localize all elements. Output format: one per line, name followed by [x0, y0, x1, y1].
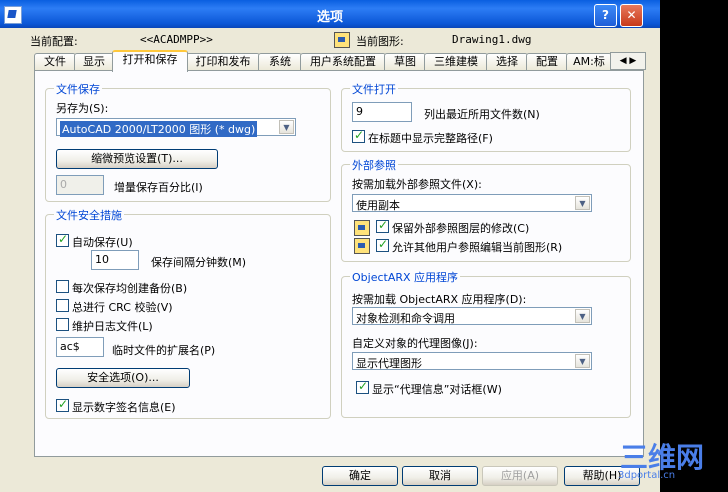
demand-arx-value: 对象检测和命令调用 [356, 312, 455, 325]
tab-profiles[interactable]: 配置 [526, 53, 568, 70]
recent-files-label: 列出最近所用文件数(N) [424, 108, 540, 121]
temp-ext-input[interactable]: ac$ [56, 337, 104, 357]
proxy-image-label: 自定义对象的代理图像(J): [352, 337, 478, 350]
digital-signature-checkbox[interactable] [56, 397, 69, 412]
xref-edit-icon [354, 238, 370, 254]
save-as-label: 另存为(S): [56, 102, 109, 115]
full-path-label: 在标题中显示完整路径(F) [368, 132, 493, 145]
title-bar[interactable]: 选项 ? ✕ [0, 0, 660, 28]
full-path-checkbox[interactable] [352, 128, 365, 143]
crc-label: 总进行 CRC 校验(V) [72, 301, 173, 314]
window-title: 选项 [316, 10, 343, 25]
incremental-save-label: 增量保存百分比(I) [114, 181, 203, 194]
backup-label: 每次保存均创建备份(B) [72, 282, 188, 295]
proxy-info-label: 显示“代理信息”对话框(W) [372, 383, 502, 396]
tab-3d-modeling[interactable]: 三维建模 [424, 53, 488, 70]
retain-xref-layers-checkbox[interactable] [376, 218, 389, 233]
current-config-value: <<ACADMPP>> [140, 33, 213, 46]
help-title-button[interactable]: ? [594, 4, 617, 27]
autosave-label: 自动保存(U) [72, 236, 133, 249]
security-options-button[interactable]: 安全选项(O)... [56, 368, 190, 388]
backup-checkbox[interactable] [56, 280, 69, 293]
allow-refedit-label: 允许其他用户参照编辑当前图形(R) [392, 241, 563, 254]
close-button[interactable]: ✕ [620, 4, 643, 27]
open-save-panel: 文件保存 另存为(S): AutoCAD 2000/LT2000 图形 (* d… [34, 70, 644, 457]
save-as-select[interactable]: AutoCAD 2000/LT2000 图形 (* dwg) ▼ [56, 118, 296, 137]
objectarx-title: ObjectARX 应用程序 [350, 269, 461, 285]
chevron-down-icon[interactable]: ▼ [575, 354, 590, 368]
chevron-down-icon[interactable]: ▼ [279, 120, 294, 134]
file-safety-group: 文件安全措施 自动保存(U) 10 保存间隔分钟数(M) 每次保存均创建备份(B… [45, 207, 331, 419]
options-dialog: 选项 ? ✕ 当前配置: <<ACADMPP>> 当前图形: Drawing1.… [0, 0, 660, 492]
tab-scroll-arrows[interactable]: ◀ ▶ [610, 52, 646, 70]
tab-display[interactable]: 显示 [74, 53, 114, 70]
demand-arx-select[interactable]: 对象检测和命令调用 ▼ [352, 307, 592, 325]
log-file-label: 维护日志文件(L) [72, 320, 153, 333]
xref-group: 外部参照 按需加载外部参照文件(X): 使用副本 ▼ 保留外部参照图层的修改(C… [341, 157, 631, 262]
tab-strip: 文件 显示 打开和保存 打印和发布 系统 用户系统配置 草图 三维建模 选择 配… [34, 50, 644, 72]
temp-ext-label: 临时文件的扩展名(P) [112, 344, 216, 357]
save-as-value: AutoCAD 2000/LT2000 图形 (* dwg) [60, 121, 258, 137]
save-interval-input[interactable]: 10 [91, 250, 139, 270]
objectarx-group: ObjectARX 应用程序 按需加载 ObjectARX 应用程序(D): 对… [341, 269, 631, 418]
crc-checkbox[interactable] [56, 299, 69, 312]
tab-selection[interactable]: 选择 [486, 53, 528, 70]
log-file-checkbox[interactable] [56, 318, 69, 331]
proxy-info-checkbox[interactable] [356, 379, 369, 394]
autosave-checkbox[interactable] [56, 232, 69, 247]
proxy-image-select[interactable]: 显示代理图形 ▼ [352, 352, 592, 370]
demand-arx-label: 按需加载 ObjectARX 应用程序(D): [352, 293, 527, 306]
chevron-down-icon[interactable]: ▼ [575, 196, 590, 210]
retain-xref-layers-label: 保留外部参照图层的修改(C) [392, 222, 530, 235]
recent-files-input[interactable]: 9 [352, 102, 412, 122]
file-save-group: 文件保存 另存为(S): AutoCAD 2000/LT2000 图形 (* d… [45, 81, 331, 202]
ok-button[interactable]: 确定 [322, 466, 398, 486]
xref-layer-icon [354, 220, 370, 236]
tab-plot-publish[interactable]: 打印和发布 [186, 53, 260, 70]
tab-user-preferences[interactable]: 用户系统配置 [300, 53, 386, 70]
xref-title: 外部参照 [350, 157, 398, 173]
tab-drafting[interactable]: 草图 [384, 53, 426, 70]
thumbnail-settings-button[interactable]: 缩微预览设置(T)... [56, 149, 218, 169]
apply-button[interactable]: 应用(A) [482, 466, 558, 486]
digital-signature-label: 显示数字签名信息(E) [72, 401, 176, 414]
demand-xref-select[interactable]: 使用副本 ▼ [352, 194, 592, 212]
cancel-button[interactable]: 取消 [402, 466, 478, 486]
incremental-save-input[interactable]: 0 [56, 175, 104, 195]
current-config-label: 当前配置: [30, 35, 78, 48]
file-save-title: 文件保存 [54, 81, 102, 97]
tab-system[interactable]: 系统 [258, 53, 302, 70]
tab-am-standard[interactable]: AM:标 [566, 53, 612, 70]
file-safety-title: 文件安全措施 [54, 207, 124, 223]
demand-xref-value: 使用副本 [356, 199, 400, 212]
tab-open-save[interactable]: 打开和保存 [112, 50, 188, 72]
current-drawing-value: Drawing1.dwg [452, 33, 532, 46]
file-open-title: 文件打开 [350, 81, 398, 97]
file-open-group: 文件打开 9 列出最近所用文件数(N) 在标题中显示完整路径(F) [341, 81, 631, 152]
demand-xref-label: 按需加载外部参照文件(X): [352, 178, 482, 191]
proxy-image-value: 显示代理图形 [356, 357, 422, 370]
site-watermark-url: 3dportal.cn [618, 470, 676, 481]
current-drawing-label: 当前图形: [356, 35, 404, 48]
chevron-down-icon[interactable]: ▼ [575, 309, 590, 323]
drawing-icon [334, 32, 350, 48]
allow-refedit-checkbox[interactable] [376, 237, 389, 252]
tab-files[interactable]: 文件 [34, 53, 76, 70]
save-interval-label: 保存间隔分钟数(M) [151, 256, 247, 269]
